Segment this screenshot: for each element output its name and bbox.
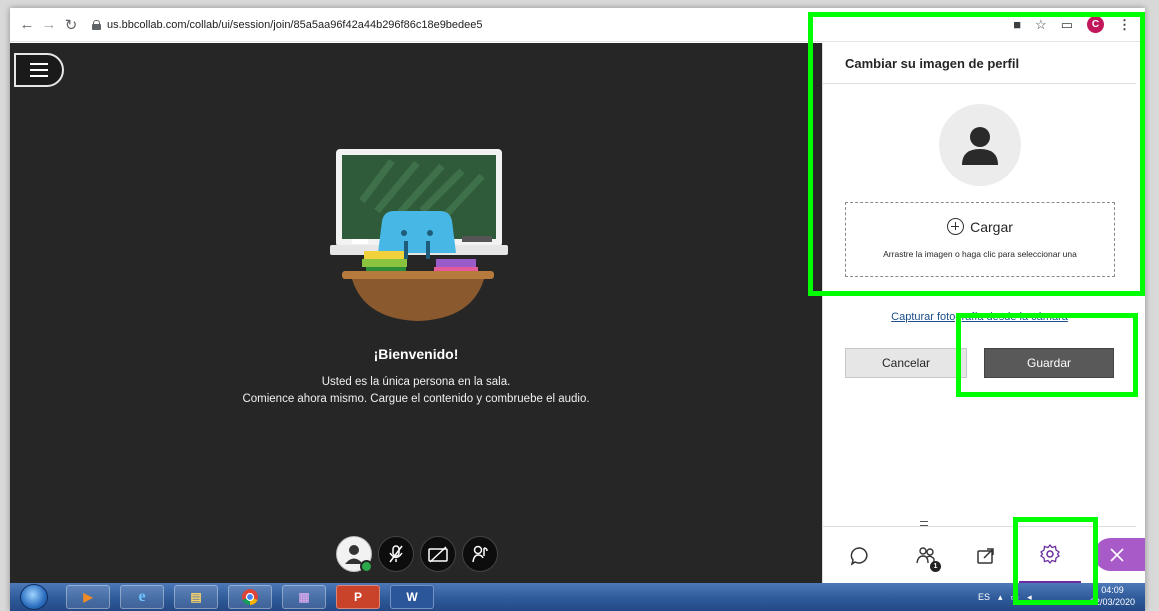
- classroom-illustration: [330, 149, 508, 321]
- windows-taskbar: ▶ e ▤ ▦ P W ES ▴ ▭ ◂ 04:09 02/03/2020: [10, 583, 1145, 611]
- screenshot-frame: ← → ↻ us.bbcollab.com/collab/ui/session/…: [10, 8, 1145, 611]
- internet-explorer-icon[interactable]: e: [120, 585, 164, 609]
- my-status-button[interactable]: [336, 536, 373, 573]
- session-stage: ¡Bienvenido! Usted es la única persona e…: [10, 43, 822, 583]
- highlight-profile-area: [808, 12, 1145, 296]
- camera-off-icon: [428, 546, 448, 563]
- language-indicator[interactable]: ES: [978, 592, 990, 602]
- lock-icon: [92, 19, 101, 30]
- hamburger-line: [30, 75, 48, 77]
- highlight-settings-tab: [1013, 517, 1098, 605]
- hamburger-icon: [30, 63, 48, 65]
- file-explorer-icon[interactable]: ▤: [174, 585, 218, 609]
- camera-button[interactable]: [420, 536, 456, 572]
- chrome-logo: [242, 589, 258, 606]
- media-player-icon[interactable]: ▶: [66, 585, 110, 609]
- panel-drag-handle-icon[interactable]: [920, 521, 928, 526]
- attendee-count-badge: 1: [930, 561, 941, 572]
- session-menu-button[interactable]: [14, 53, 64, 87]
- chat-icon: [850, 546, 868, 566]
- word-icon[interactable]: W: [390, 585, 434, 609]
- tab-share-content[interactable]: [955, 527, 1017, 584]
- microphone-off-icon: [389, 545, 403, 563]
- address-bar[interactable]: us.bbcollab.com/collab/ui/session/join/8…: [92, 19, 483, 31]
- tray-arrow-icon[interactable]: ▴: [998, 592, 1003, 603]
- reload-icon[interactable]: ↻: [60, 16, 82, 34]
- raise-hand-button[interactable]: [462, 536, 498, 572]
- chrome-icon[interactable]: [228, 585, 272, 609]
- share-content-icon: [977, 547, 994, 564]
- tab-chat[interactable]: [829, 527, 891, 584]
- tab-attendees[interactable]: 1: [895, 527, 957, 584]
- close-panel-button[interactable]: [1094, 538, 1145, 571]
- raise-hand-icon: [472, 545, 488, 563]
- highlight-save-button: [956, 313, 1138, 397]
- welcome-title: ¡Bienvenido!: [373, 346, 459, 362]
- welcome-message-line1: Usted es la única persona en la sala.: [321, 376, 511, 388]
- cancel-button[interactable]: Cancelar: [845, 348, 967, 378]
- hamburger-line: [30, 69, 48, 71]
- welcome-message-line2: Comience ahora mismo. Cargue el contenid…: [242, 393, 590, 405]
- close-icon: [1110, 547, 1124, 562]
- url-text: us.bbcollab.com/collab/ui/session/join/8…: [107, 18, 483, 31]
- forward-icon[interactable]: →: [38, 16, 60, 33]
- status-check-icon: [360, 560, 373, 573]
- back-icon[interactable]: ←: [16, 16, 38, 33]
- winrar-icon[interactable]: ▦: [282, 585, 326, 609]
- powerpoint-icon[interactable]: P: [336, 585, 380, 609]
- media-controls: [336, 536, 498, 573]
- mute-microphone-button[interactable]: [378, 536, 414, 572]
- start-button-icon[interactable]: [20, 584, 48, 610]
